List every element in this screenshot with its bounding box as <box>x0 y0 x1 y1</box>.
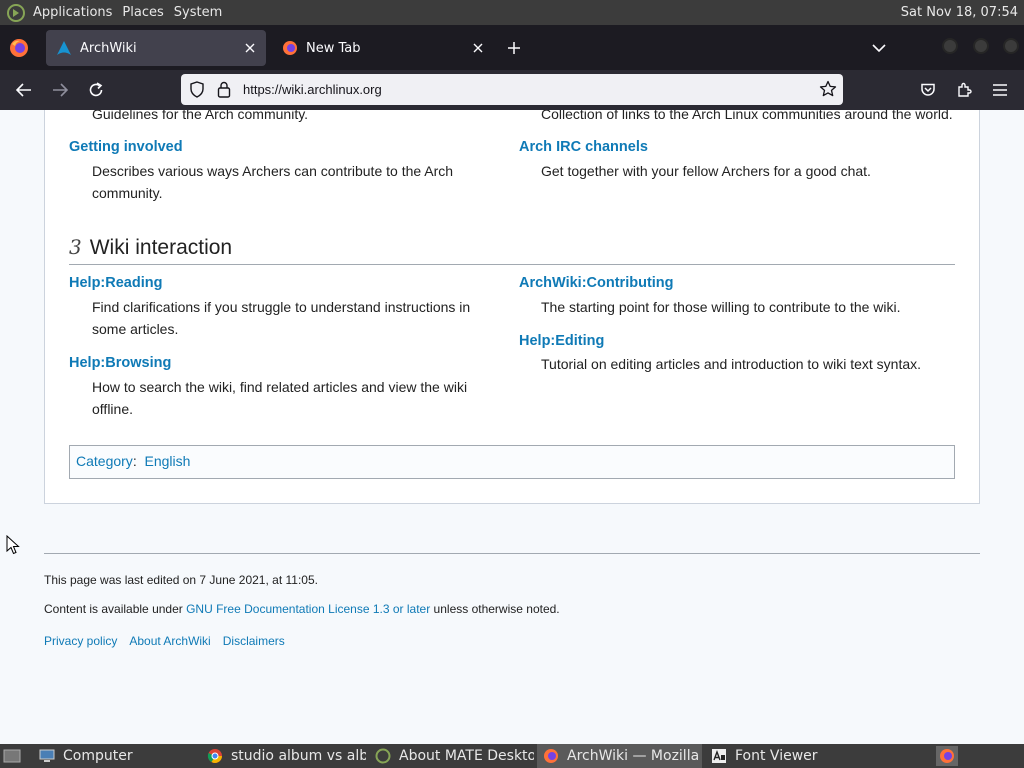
task-label: Computer <box>63 748 133 764</box>
task-firefox-archwiki[interactable]: ArchWiki — Mozilla … <box>537 744 702 768</box>
firefox-icon <box>544 749 558 763</box>
new-tab-plus-icon[interactable] <box>502 38 526 58</box>
mate-icon <box>375 748 391 764</box>
archlinux-favicon-icon <box>57 41 71 55</box>
tab-archwiki[interactable]: ArchWiki <box>46 30 266 66</box>
bookmark-star-icon[interactable] <box>819 80 837 98</box>
url-bar[interactable]: https://wiki.archlinux.org <box>181 74 843 105</box>
pocket-icon[interactable] <box>916 78 940 102</box>
help-browsing-description: How to search the wiki, find related art… <box>92 376 467 420</box>
footer-divider <box>44 553 980 554</box>
menu-places[interactable]: Places <box>120 0 171 25</box>
desc-line: offline. <box>92 401 133 417</box>
disclaimers-link[interactable]: Disclaimers <box>223 634 285 648</box>
task-label: Font Viewer <box>735 748 818 764</box>
menu-system[interactable]: System <box>172 0 230 25</box>
contributing-description: The starting point for those willing to … <box>541 299 901 315</box>
communities-description: Collection of links to the Arch Linux co… <box>541 110 953 122</box>
tab-new-tab[interactable]: New Tab <box>272 30 494 66</box>
category-separator: : <box>132 453 137 469</box>
desc-line: some articles. <box>92 321 179 337</box>
footer-text: Content is available under <box>44 602 187 616</box>
category-english-link[interactable]: English <box>144 453 190 469</box>
task-about-mate[interactable]: About MATE Deskto… <box>369 744 534 768</box>
url-text[interactable]: https://wiki.archlinux.org <box>243 74 382 105</box>
desc-line: Find clarifications if you struggle to u… <box>92 299 471 315</box>
footer-text: unless otherwise noted. <box>430 602 560 616</box>
task-chrome-studio-album[interactable]: studio album vs alb… <box>201 744 366 768</box>
extensions-puzzle-icon[interactable] <box>952 78 976 102</box>
close-tab-icon[interactable] <box>238 36 262 60</box>
desc-line: Describes various ways Archers can contr… <box>92 163 454 179</box>
section-title: Wiki interaction <box>89 236 233 259</box>
tracking-protection-shield-icon[interactable] <box>189 81 205 98</box>
back-arrow-icon[interactable] <box>12 78 36 102</box>
tray-firefox-icon[interactable] <box>936 746 958 766</box>
guidelines-description: Guidelines for the Arch community. <box>92 110 309 122</box>
link-help-editing[interactable]: Help:Editing <box>519 333 604 349</box>
mate-logo-icon <box>7 3 25 22</box>
tab-strip: ArchWiki New Tab <box>0 25 1024 70</box>
hamburger-menu-icon[interactable] <box>988 78 1012 102</box>
license-link[interactable]: GNU Free Documentation License 1.3 or la… <box>186 602 430 616</box>
navigation-toolbar: https://wiki.archlinux.org <box>0 70 1024 110</box>
task-label: About MATE Deskto… <box>399 748 534 764</box>
chrome-icon <box>207 749 222 763</box>
show-desktop-icon[interactable] <box>3 748 21 764</box>
getting-involved-description: Describes various ways Archers can contr… <box>92 160 453 204</box>
panel-clock[interactable]: Sat Nov 18, 07:54 <box>901 0 1018 25</box>
task-font-viewer[interactable]: Font Viewer <box>705 744 870 768</box>
desc-line: How to search the wiki, find related art… <box>92 379 468 395</box>
task-label: studio album vs alb… <box>231 748 366 764</box>
list-all-tabs-chevron-icon[interactable] <box>868 38 890 58</box>
font-viewer-icon <box>712 749 726 763</box>
category-links: Category: English <box>69 445 955 479</box>
link-help-reading[interactable]: Help:Reading <box>69 275 162 291</box>
firefox-favicon-icon <box>283 41 297 55</box>
top-panel: Applications Places System Sat Nov 18, 0… <box>0 0 1024 25</box>
computer-icon <box>39 749 55 762</box>
section-heading-wiki-interaction: 3 Wiki interaction <box>69 235 955 265</box>
bottom-taskbar: Computer studio album vs alb… About MATE… <box>0 744 1024 768</box>
close-tab-icon[interactable] <box>466 36 490 60</box>
window-maximize-button[interactable] <box>973 38 989 54</box>
mouse-cursor-icon <box>6 535 20 555</box>
about-archwiki-link[interactable]: About ArchWiki <box>129 634 210 648</box>
irc-description: Get together with your fellow Archers fo… <box>541 163 871 179</box>
link-help-browsing[interactable]: Help:Browsing <box>69 355 171 371</box>
web-page-content: Guidelines for the Arch community. Colle… <box>0 110 1024 744</box>
task-computer[interactable]: Computer <box>33 744 198 768</box>
panel-menu-bar: Applications Places System <box>0 0 230 25</box>
tab-title: New Tab <box>306 40 361 56</box>
lock-icon[interactable] <box>217 81 231 98</box>
footer-last-edited: This page was last edited on 7 June 2021… <box>44 573 318 587</box>
category-link[interactable]: Category <box>76 453 133 469</box>
help-editing-description: Tutorial on editing articles and introdu… <box>541 356 922 372</box>
firefox-view-icon[interactable] <box>9 38 29 58</box>
forward-arrow-icon[interactable] <box>48 78 72 102</box>
link-archwiki-contributing[interactable]: ArchWiki:Contributing <box>519 275 674 291</box>
desc-line: community. <box>92 185 163 201</box>
window-minimize-button[interactable] <box>942 38 958 54</box>
privacy-policy-link[interactable]: Privacy policy <box>44 634 117 648</box>
reload-icon[interactable] <box>84 78 108 102</box>
footer-license-line: Content is available under GNU Free Docu… <box>44 602 560 616</box>
menu-applications[interactable]: Applications <box>31 0 120 25</box>
task-label: ArchWiki — Mozilla … <box>567 748 702 764</box>
link-getting-involved[interactable]: Getting involved <box>69 139 183 155</box>
window-close-button[interactable] <box>1003 38 1019 54</box>
link-arch-irc-channels[interactable]: Arch IRC channels <box>519 139 648 155</box>
footer-links: Privacy policy About ArchWiki Disclaimers <box>44 634 297 648</box>
tab-title: ArchWiki <box>80 40 137 56</box>
help-reading-description: Find clarifications if you struggle to u… <box>92 296 470 340</box>
section-number: 3 <box>69 235 82 259</box>
